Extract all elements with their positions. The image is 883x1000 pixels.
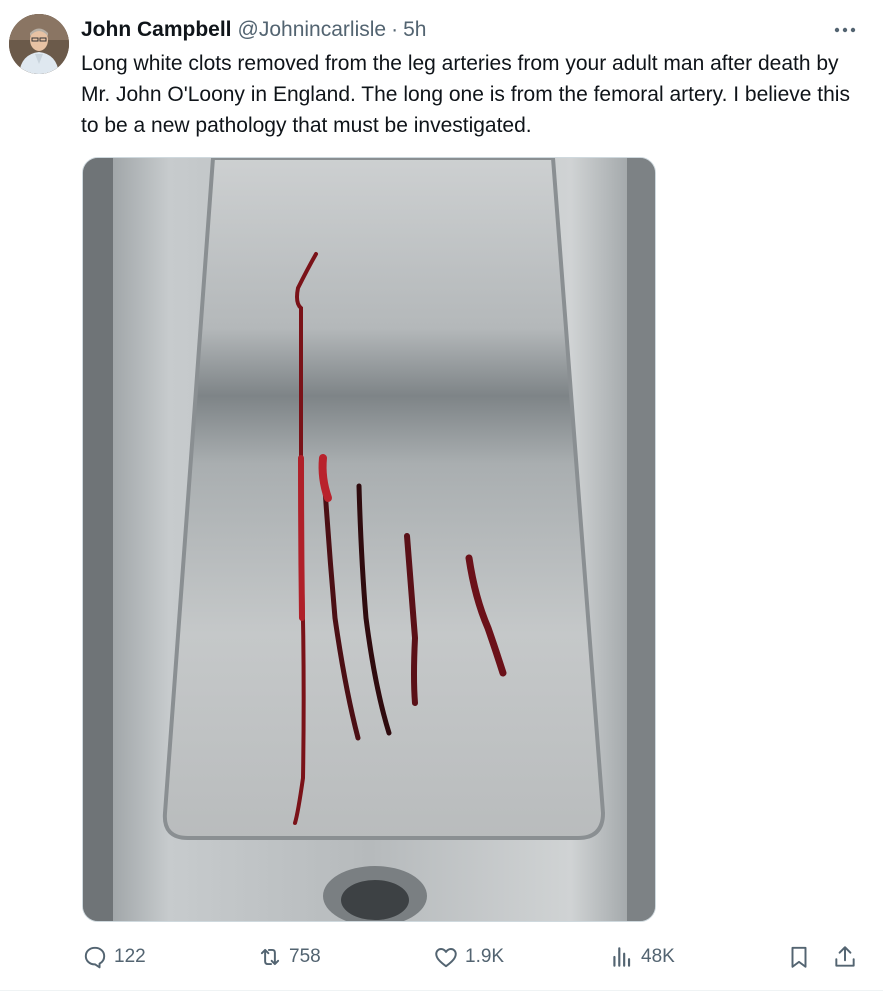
tweet-header: John Campbell @Johnincarlisle · 5h — [81, 16, 426, 44]
action-bar: 122 758 1.9K 48K — [0, 940, 883, 974]
retweet-count: 758 — [289, 946, 321, 967]
like-button[interactable]: 1.9K — [433, 940, 504, 974]
avatar[interactable] — [9, 14, 69, 74]
more-options-button[interactable] — [830, 18, 860, 42]
reply-count: 122 — [114, 946, 146, 967]
photo-steel-tray — [83, 158, 655, 921]
views-count: 48K — [641, 946, 675, 967]
reply-icon — [84, 946, 106, 969]
more-horizontal-icon — [834, 27, 856, 33]
reply-button[interactable]: 122 — [82, 940, 146, 974]
retweet-button[interactable]: 758 — [257, 940, 321, 974]
tweet: John Campbell @Johnincarlisle · 5h Long … — [0, 0, 883, 1000]
views-icon — [613, 947, 631, 967]
tweet-image[interactable] — [82, 157, 656, 922]
author-name[interactable]: John Campbell — [81, 18, 232, 42]
retweet-icon — [260, 948, 280, 966]
tweet-text: Long white clots removed from the leg ar… — [81, 52, 850, 137]
divider — [0, 990, 883, 991]
share-button[interactable] — [832, 940, 858, 974]
like-count: 1.9K — [465, 946, 505, 967]
bookmark-icon — [791, 946, 807, 968]
heart-icon — [435, 948, 457, 968]
views-button[interactable]: 48K — [609, 940, 675, 974]
share-icon — [835, 946, 855, 967]
bookmark-button[interactable] — [786, 940, 812, 974]
header-separator: · — [391, 18, 399, 41]
author-handle[interactable]: @Johnincarlisle — [238, 18, 387, 42]
timestamp[interactable]: 5h — [403, 18, 426, 42]
